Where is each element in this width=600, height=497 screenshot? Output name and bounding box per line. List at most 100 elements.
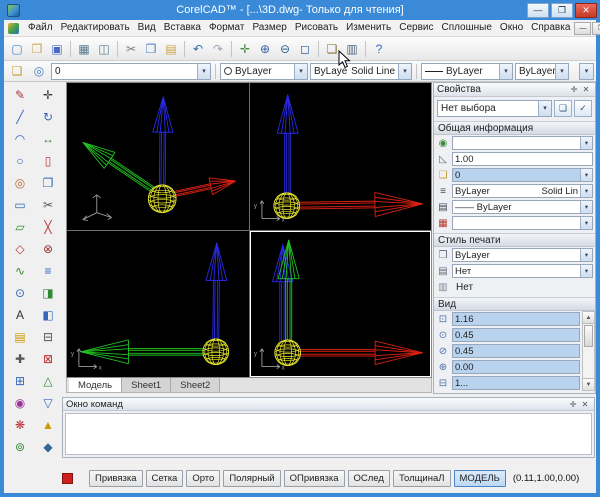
menu-item-12[interactable]: Справка	[527, 20, 574, 36]
chevron-down-icon[interactable]: ▾	[499, 64, 512, 79]
save-icon[interactable]: ▣	[47, 39, 67, 58]
selection-combo[interactable]: Нет выбора ▾	[437, 100, 552, 117]
chamfer-tool-icon[interactable]: ▽	[37, 392, 59, 414]
array-tool-icon[interactable]: ≡	[37, 260, 59, 282]
cut-icon[interactable]: ✂	[121, 39, 141, 58]
close-button[interactable]: ✕	[575, 3, 597, 18]
minimize-button[interactable]: —	[527, 3, 549, 18]
status-button-5[interactable]: ОПривязка	[284, 470, 345, 487]
text-tool-icon[interactable]: A	[9, 304, 31, 326]
ucs-indicator-icon[interactable]	[62, 473, 73, 484]
stretch-tool-icon[interactable]: ↔	[37, 128, 59, 150]
viewport-canvas-bottom-left[interactable]: yx	[67, 231, 249, 378]
chevron-down-icon[interactable]: ▾	[580, 249, 592, 261]
line-weight-combo[interactable]: ByLayer Solid Line ▾	[310, 63, 412, 80]
chevron-down-icon[interactable]: ▾	[580, 217, 592, 229]
layer-combo[interactable]: 0 ▾	[51, 63, 211, 80]
quick-select-button[interactable]: ✓	[574, 100, 592, 117]
chevron-down-icon[interactable]: ▾	[580, 169, 592, 181]
menu-item-3[interactable]: Вид	[134, 20, 160, 36]
target-row-field[interactable]: 0.00	[452, 360, 580, 374]
menu-item-10[interactable]: Сплошные	[437, 20, 495, 36]
intersect-tool-icon[interactable]: ⊠	[37, 348, 59, 370]
layer-states-icon[interactable]: ◎	[29, 62, 49, 81]
line-weight-row-field[interactable]: ByLayerSolid Lin▾	[452, 184, 593, 198]
layer-row-field[interactable]: 0▾	[452, 168, 593, 182]
sheet-tab-2[interactable]: Sheet1	[122, 378, 171, 392]
line-color-row-field[interactable]: ▾	[452, 216, 593, 230]
viewport-canvas-bottom-right[interactable]: yx	[250, 231, 432, 378]
status-button-3[interactable]: Орто	[186, 470, 220, 487]
copy-icon[interactable]: ❐	[141, 39, 161, 58]
ellipse-tool-icon[interactable]: ⊚	[9, 436, 31, 458]
menu-item-4[interactable]: Вставка	[160, 20, 205, 36]
move-tool-icon[interactable]: ✛	[37, 84, 59, 106]
menu-item-6[interactable]: Размер	[248, 20, 290, 36]
status-button-8[interactable]: МОДЕЛЬ	[454, 470, 506, 487]
subtract-tool-icon[interactable]: ⊟	[37, 326, 59, 348]
command-input-area[interactable]	[65, 413, 592, 455]
arc-tool-icon[interactable]: ◠	[9, 128, 31, 150]
chevron-down-icon[interactable]: ▾	[294, 64, 307, 79]
zoom-out-icon[interactable]: ⊖	[275, 39, 295, 58]
camera-x-row-field[interactable]: 1.16	[452, 312, 580, 326]
menu-item-11[interactable]: Окно	[496, 20, 527, 36]
title-bar[interactable]: CorelCAD™ - [...\3D.dwg- Только для чтен…	[0, 0, 600, 20]
close-icon[interactable]: ✕	[579, 400, 591, 409]
print-style-row-field[interactable]: ByLayer▾	[452, 248, 593, 262]
rotate-tool-icon[interactable]: ↻	[37, 106, 59, 128]
point-tool-icon[interactable]: ⊙	[9, 282, 31, 304]
explode-tool-icon[interactable]: ⊗	[37, 238, 59, 260]
parallelogram-tool-icon[interactable]: ▱	[9, 216, 31, 238]
scale-tool-icon[interactable]: ▯	[37, 150, 59, 172]
extrude-tool-icon[interactable]: ▲	[37, 414, 59, 436]
sheet-tab-3[interactable]: Sheet2	[171, 378, 220, 392]
view-height-row-field[interactable]: 1...	[452, 376, 580, 390]
plot-style-combo[interactable]: ByLayer ▾	[515, 63, 569, 80]
print-table-row-field[interactable]: Нет▾	[452, 264, 593, 278]
section-header-view[interactable]: Вид	[434, 297, 595, 311]
chevron-down-icon[interactable]: ▾	[197, 64, 210, 79]
chevron-down-icon[interactable]: ▾	[398, 64, 411, 79]
zoom-in-icon[interactable]: ⊕	[255, 39, 275, 58]
chevron-down-icon[interactable]: ▾	[555, 64, 568, 79]
rectangle-tool-icon[interactable]: ▭	[9, 194, 31, 216]
trim-tool-icon[interactable]: ✂	[37, 194, 59, 216]
scrollbar-thumb[interactable]	[584, 325, 593, 347]
viewport-canvas-top-left[interactable]	[67, 83, 249, 230]
paste-icon[interactable]: ▤	[161, 39, 181, 58]
layer-manager-icon[interactable]: ❏	[7, 62, 27, 81]
spline-tool-icon[interactable]: ∿	[9, 260, 31, 282]
entity-row-field[interactable]: ▾	[452, 136, 593, 150]
menu-item-7[interactable]: Рисовать	[291, 20, 342, 36]
line-style-row-field[interactable]: —— ByLayer▾	[452, 200, 593, 214]
solid-tool-icon[interactable]: ◆	[37, 436, 59, 458]
viewport-bottom-right[interactable]: yx	[250, 231, 432, 378]
scroll-down-icon[interactable]: ▼	[583, 378, 594, 390]
chevron-down-icon[interactable]: ▾	[580, 201, 592, 213]
section-header-print-style[interactable]: Стиль печати	[434, 233, 595, 247]
delete-tool-icon[interactable]: ╳	[37, 216, 59, 238]
status-button-6[interactable]: ОСлед	[348, 470, 390, 487]
menu-item-5[interactable]: Формат	[205, 20, 249, 36]
menu-item-9[interactable]: Сервис	[395, 20, 437, 36]
open-file-icon[interactable]: ❒	[27, 39, 47, 58]
chevron-down-icon[interactable]: ▾	[580, 64, 593, 79]
donut-tool-icon[interactable]: ◎	[9, 172, 31, 194]
print-preview-icon[interactable]: ◫	[94, 39, 114, 58]
hatch-tool-icon[interactable]: ▤	[9, 326, 31, 348]
chevron-down-icon[interactable]: ▾	[538, 101, 551, 116]
menu-item-8[interactable]: Изменить	[342, 20, 395, 36]
maximize-button[interactable]: ❐	[551, 3, 573, 18]
pin-icon[interactable]: ✛	[568, 85, 580, 94]
menu-item-2[interactable]: Редактировать	[57, 20, 134, 36]
pin-icon[interactable]: ✛	[567, 400, 579, 409]
offset-tool-icon[interactable]: ◧	[37, 304, 59, 326]
undo-icon[interactable]: ↶	[188, 39, 208, 58]
scrollbar-track[interactable]	[583, 324, 594, 378]
menu-app-icon[interactable]	[8, 23, 19, 34]
line-color-combo[interactable]: ByLayer ▾	[220, 63, 308, 80]
status-button-2[interactable]: Сетка	[146, 470, 184, 487]
camera-z-row-field[interactable]: 0.45	[452, 344, 580, 358]
table-tool-icon[interactable]: ⊞	[9, 370, 31, 392]
